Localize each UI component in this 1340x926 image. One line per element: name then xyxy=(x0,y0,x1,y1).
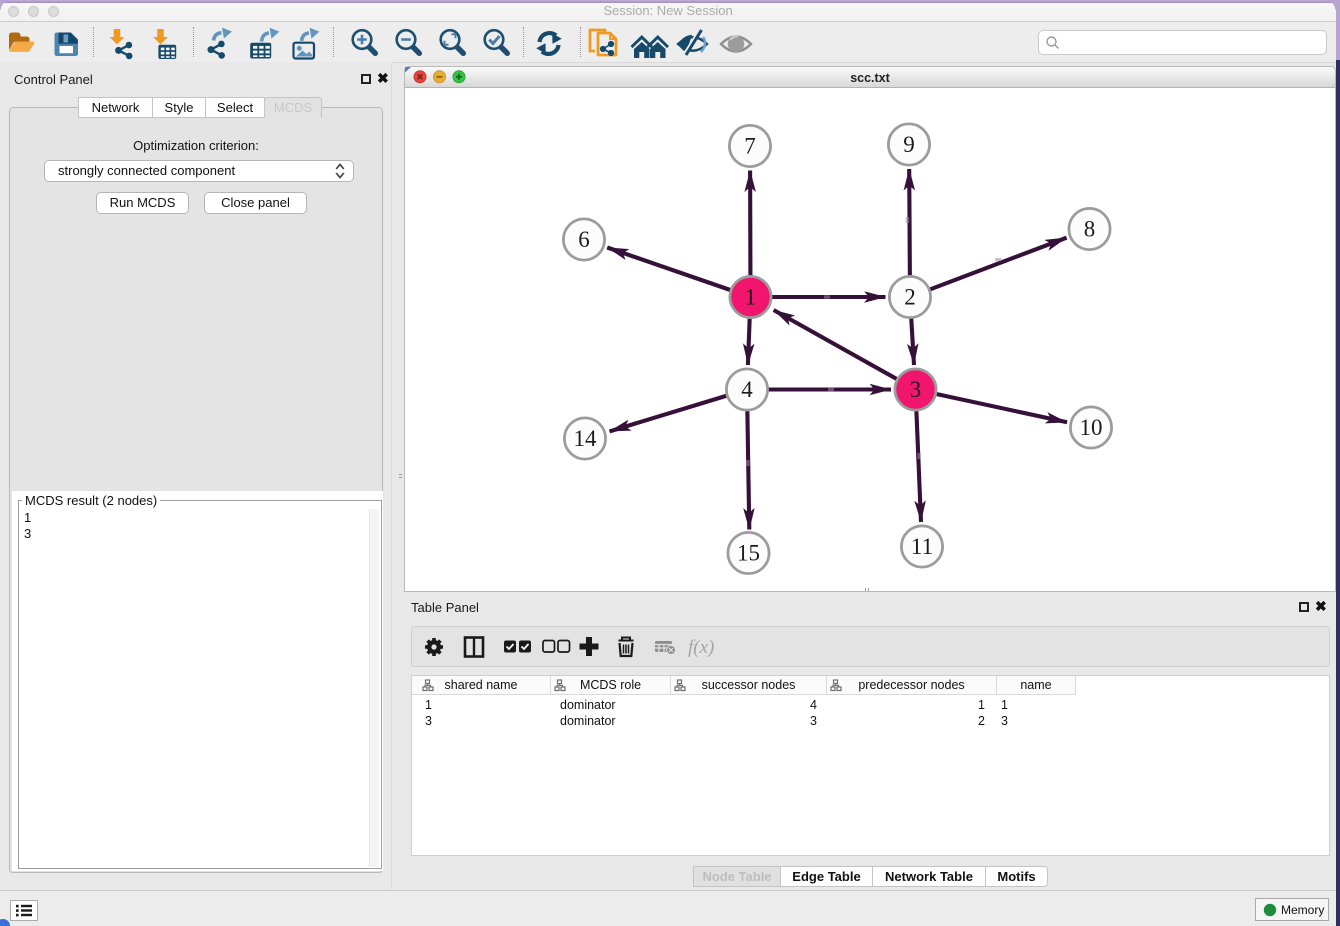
svg-text:15: 15 xyxy=(737,541,760,566)
svg-text:3: 3 xyxy=(910,377,922,402)
svg-text:1: 1 xyxy=(745,285,757,310)
svg-text:4: 4 xyxy=(741,377,753,402)
svg-text:14: 14 xyxy=(574,426,598,451)
svg-text:2: 2 xyxy=(904,285,916,310)
svg-text:11: 11 xyxy=(911,534,933,559)
svg-text:f(x): f(x) xyxy=(688,637,714,658)
svg-text:8: 8 xyxy=(1084,217,1096,242)
svg-text:6: 6 xyxy=(578,227,590,252)
svg-text:9: 9 xyxy=(903,132,915,157)
svg-text:7: 7 xyxy=(744,134,756,159)
svg-text:10: 10 xyxy=(1080,415,1103,440)
